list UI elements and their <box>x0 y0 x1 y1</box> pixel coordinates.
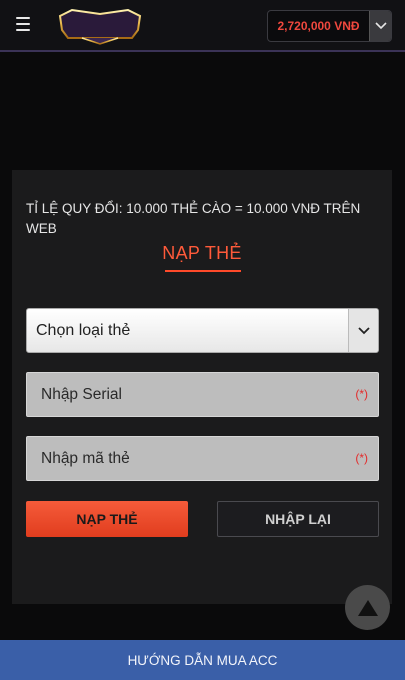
card-code-placeholder: Nhập mã thẻ <box>41 450 130 467</box>
required-marker: (*) <box>355 451 368 465</box>
form-title: NẠP THẺ <box>162 243 242 263</box>
chevron-down-icon[interactable] <box>369 11 391 41</box>
triangle-up-icon <box>357 599 378 616</box>
card-type-select[interactable]: Chọn loại thẻ <box>26 308 379 353</box>
scroll-top-button[interactable] <box>345 585 390 630</box>
submit-button[interactable]: NẠP THẺ <box>26 501 188 537</box>
balance-amount: 2,720,000 VNĐ <box>277 19 360 33</box>
chevron-down-icon[interactable] <box>348 309 378 352</box>
card-code-input[interactable]: Nhập mã thẻ (*) <box>26 436 379 481</box>
required-marker: (*) <box>355 387 368 401</box>
reset-button[interactable]: NHẬP LẠI <box>217 501 379 537</box>
recharge-card-panel: TỈ LỆ QUY ĐỔI: 10.000 THẺ CÀO = 10.000 V… <box>12 170 392 604</box>
hamburger-icon[interactable] <box>16 17 30 31</box>
buy-guide-bar[interactable]: HƯỚNG DẪN MUA ACC <box>0 640 405 680</box>
top-header: 2,720,000 VNĐ <box>0 0 405 52</box>
logo[interactable] <box>52 8 148 46</box>
title-underline <box>165 270 241 272</box>
serial-input[interactable]: Nhập Serial (*) <box>26 372 379 417</box>
serial-placeholder: Nhập Serial <box>41 386 122 403</box>
card-type-selected: Chọn loại thẻ <box>36 322 131 339</box>
exchange-rate-text: TỈ LỆ QUY ĐỔI: 10.000 THẺ CÀO = 10.000 V… <box>26 201 361 236</box>
balance-dropdown[interactable]: 2,720,000 VNĐ <box>267 10 392 42</box>
